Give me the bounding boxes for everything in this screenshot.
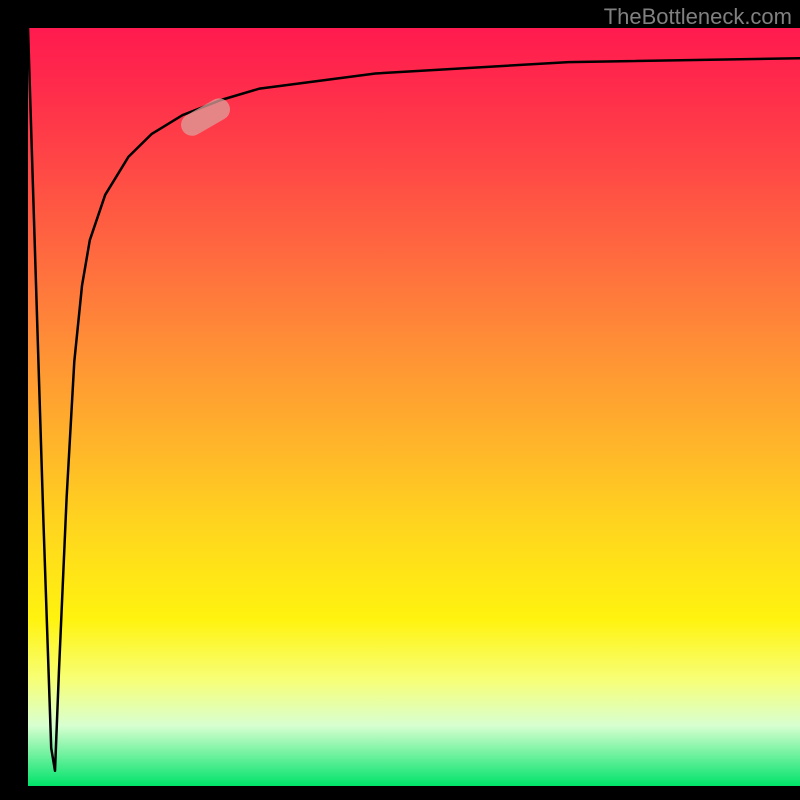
- chart-frame: TheBottleneck.com: [0, 0, 800, 800]
- watermark-text: TheBottleneck.com: [604, 4, 792, 30]
- bottleneck-curve: [28, 28, 800, 786]
